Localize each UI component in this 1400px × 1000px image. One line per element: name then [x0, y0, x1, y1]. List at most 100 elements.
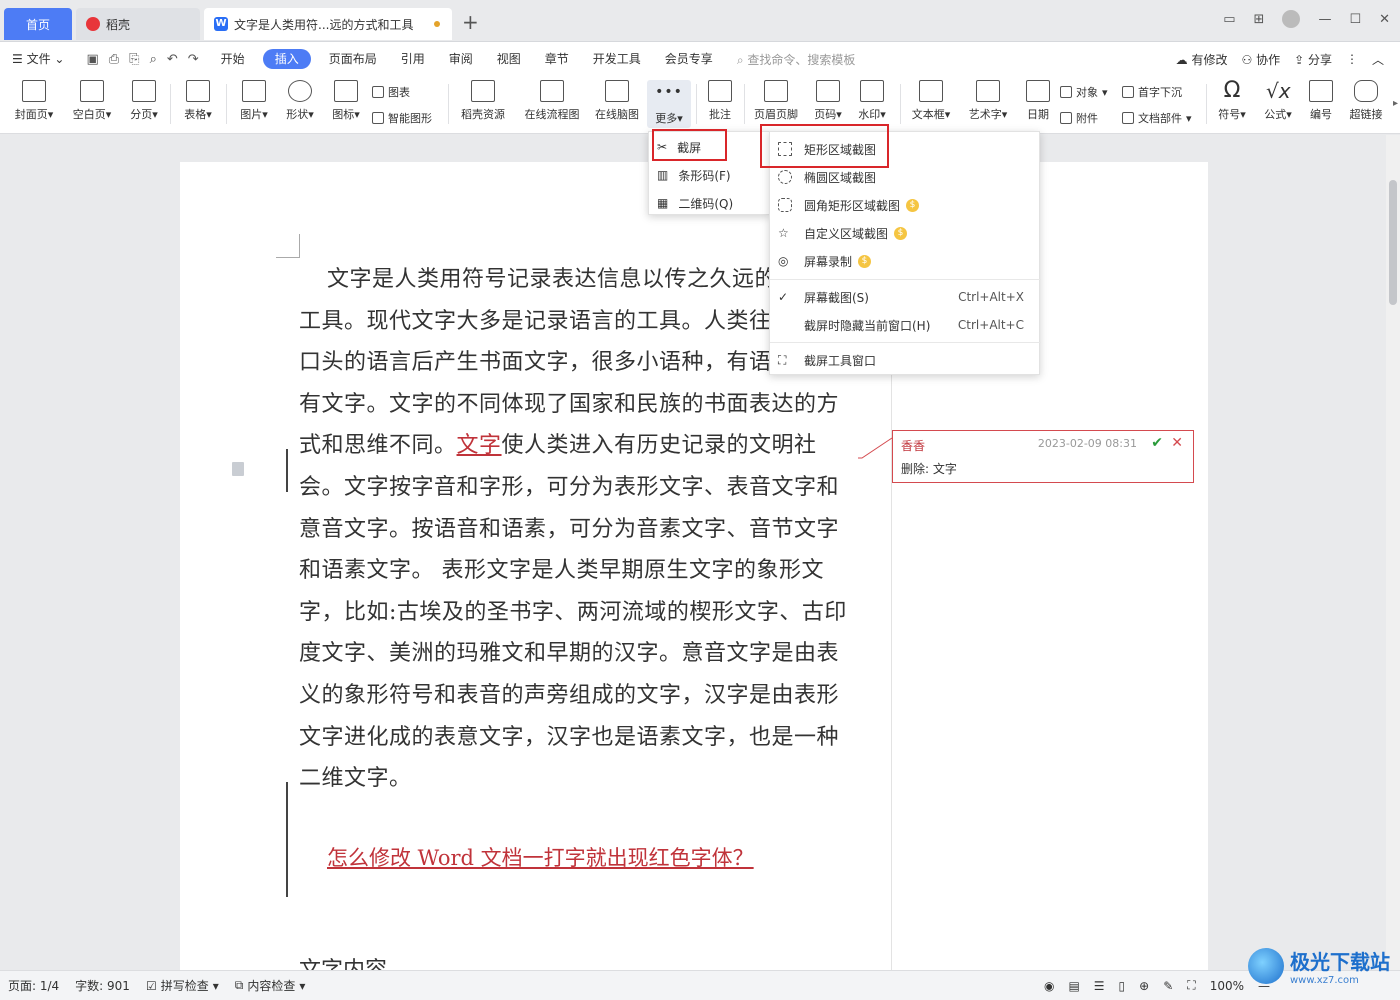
vertical-scrollbar[interactable] — [1386, 135, 1400, 970]
qrcode-icon: ▦ — [657, 196, 669, 210]
new-tab-button[interactable]: + — [462, 10, 479, 34]
title-bar: 首页 稻壳 W 文字是人类用符...远的方式和工具 + ▭ ⊞ — ☐ ✕ — [0, 0, 1400, 42]
menu-screen-capture[interactable]: ✓ 屏幕截图(S) Ctrl+Alt+X — [778, 284, 1036, 310]
blank-page-label: 空白页 — [72, 108, 106, 121]
menu-devtools[interactable]: 开发工具 — [581, 42, 653, 76]
tab-document[interactable]: W 文字是人类用符...远的方式和工具 — [204, 8, 452, 40]
revision-comment[interactable]: 香香 2023-02-09 08:31 ✔ ✕ 删除: 文字 — [892, 430, 1194, 483]
word-count[interactable]: 字数: 901 — [67, 977, 138, 994]
menu-member[interactable]: 会员专享 — [653, 42, 725, 76]
avatar[interactable] — [1282, 10, 1301, 28]
menu-capture-tool[interactable]: ⛶ 截屏工具窗口 — [778, 347, 1036, 373]
menu-rounded-capture[interactable]: 圆角矩形区域截图 $ — [778, 192, 1036, 218]
table-button[interactable]: 表格▾ — [178, 80, 218, 122]
deleted-text[interactable]: 文字 — [457, 433, 502, 458]
scrollbar-thumb[interactable] — [1389, 180, 1397, 305]
menu-layout[interactable]: 页面布局 — [317, 42, 389, 76]
menu-qrcode[interactable]: ▦ 二维码(Q) — [657, 190, 733, 216]
web-view-icon[interactable]: ⊕ — [1139, 979, 1149, 993]
close-button[interactable]: ✕ — [1379, 12, 1390, 27]
object-button[interactable]: 对象 ▾ — [1060, 84, 1108, 100]
command-search[interactable]: ⌕ 查找命令、搜索模板 — [725, 51, 868, 68]
menu-screen-record[interactable]: ◎ 屏幕录制 $ — [778, 248, 1036, 274]
spell-check-button[interactable]: ☑ 拼写检查 ▾ — [138, 977, 227, 994]
page-number-button[interactable]: 页码▾ — [808, 80, 848, 122]
screen-capture-label: 屏幕截图(S) — [804, 290, 869, 305]
symbol-button[interactable]: Ω 符号▾ — [1212, 80, 1252, 122]
read-view-icon[interactable]: ▯ — [1119, 979, 1126, 993]
icon-button[interactable]: 图标▾ — [326, 80, 366, 122]
cover-page-button[interactable]: 封面页▾ — [10, 80, 58, 122]
menu-chapter[interactable]: 章节 — [533, 42, 581, 76]
document-page[interactable]: 文字是人类用符号记录表达信息以传之久远的方式和工具。现代文字大多是记录语言的工具… — [180, 162, 1208, 983]
numbering-button[interactable]: 编号 — [1304, 80, 1338, 122]
blank-page-button[interactable]: 空白页▾ — [68, 80, 116, 122]
redo-icon[interactable]: ↷ — [188, 52, 199, 67]
minimize-button[interactable]: — — [1318, 12, 1331, 27]
undo-icon[interactable]: ↶ — [167, 52, 178, 67]
chart-button[interactable]: 图表 — [372, 84, 410, 100]
menu-custom-capture[interactable]: ☆ 自定义区域截图 $ — [778, 220, 1036, 246]
page-indicator[interactable]: 页面: 1/4 — [0, 977, 67, 994]
docpart-button[interactable]: 文档部件 ▾ — [1122, 110, 1192, 126]
collapse-ribbon-icon[interactable]: ︿ — [1372, 51, 1384, 68]
more-button[interactable]: ••• 更多▾ — [647, 80, 691, 128]
inserted-title[interactable]: 怎么修改 Word 文档一打字就出现红色字体？ — [327, 842, 754, 872]
share-button[interactable]: ⇪ 分享 — [1294, 51, 1332, 68]
pen-icon[interactable]: ✎ — [1163, 979, 1173, 993]
tab-home[interactable]: 首页 — [4, 8, 72, 40]
tab-daoke[interactable]: 稻壳 — [76, 8, 200, 40]
watermark-button[interactable]: 水印▾ — [852, 80, 892, 122]
layout-icon[interactable]: ▭ — [1223, 12, 1235, 27]
menu-view[interactable]: 视图 — [485, 42, 533, 76]
ribbon-scroll-right-icon[interactable]: ▸ — [1393, 98, 1398, 109]
blank-page-icon — [80, 80, 104, 102]
menu-review[interactable]: 审阅 — [437, 42, 485, 76]
online-flowchart-button[interactable]: 在线流程图 — [520, 80, 584, 122]
preview-icon[interactable]: ⌕ — [150, 52, 157, 67]
maximize-button[interactable]: ☐ — [1349, 12, 1361, 27]
page-view-icon[interactable]: ▤ — [1068, 979, 1079, 993]
outline-view-icon[interactable]: ☰ — [1094, 979, 1105, 993]
reject-close-icon[interactable]: ✕ — [1171, 435, 1183, 451]
attachment-button[interactable]: 附件 — [1060, 110, 1098, 126]
comment-button[interactable]: 批注 — [702, 80, 738, 122]
date-button[interactable]: 日期 — [1020, 80, 1056, 122]
menu-insert[interactable]: 插入 — [262, 49, 311, 69]
paragraph-handle-icon[interactable] — [232, 462, 244, 476]
wordart-button[interactable]: 艺术字▾ — [962, 80, 1014, 122]
menu-barcode[interactable]: ▥ 条形码(F) — [657, 162, 731, 188]
formula-button[interactable]: √x 公式▾ — [1258, 80, 1298, 122]
menu-hide-window[interactable]: 截屏时隐藏当前窗口(H) Ctrl+Alt+C — [778, 312, 1036, 338]
smartart-button[interactable]: 智能图形 — [372, 110, 432, 126]
textbox-button[interactable]: 文本框▾ — [906, 80, 956, 122]
menu-start[interactable]: 开始 — [209, 42, 257, 76]
more-options-icon[interactable]: ⋮ — [1346, 52, 1358, 66]
mindmap-icon — [605, 80, 629, 102]
icon-label: 图标 — [332, 108, 355, 121]
print-icon[interactable]: ⎘ — [129, 52, 139, 67]
paragraph-text-2: 使人类进入有历史记录的文明社会。文字按字音和字形，可分为表形文字、表音文字和意音… — [299, 433, 847, 792]
header-footer-button[interactable]: 页眉页脚 — [750, 80, 802, 122]
wordart-label: 艺术字 — [968, 108, 1002, 121]
picture-button[interactable]: 图片▾ — [234, 80, 274, 122]
hyperlink-button[interactable]: 超链接 — [1348, 80, 1384, 122]
changes-button[interactable]: ☁ 有修改 — [1176, 51, 1228, 68]
eye-icon[interactable]: ◉ — [1044, 979, 1054, 993]
online-mindmap-button[interactable]: 在线脑图 — [591, 80, 643, 122]
zoom-level[interactable]: 100% — [1210, 979, 1244, 993]
file-menu[interactable]: ☰ 文件 ⌄ — [0, 42, 76, 76]
page-break-button[interactable]: 分页▾ — [124, 80, 164, 122]
accept-check-icon[interactable]: ✔ — [1151, 435, 1163, 451]
collaborate-button[interactable]: ⚇ 协作 — [1242, 51, 1281, 68]
spellcheck-icon: ☑ — [145, 978, 157, 993]
content-check-button[interactable]: ⧉ 内容检查 ▾ — [227, 977, 314, 994]
grid-icon[interactable]: ⊞ — [1254, 12, 1265, 27]
menu-reference[interactable]: 引用 — [389, 42, 437, 76]
fit-icon[interactable]: ⛶ — [1187, 978, 1195, 993]
shape-button[interactable]: 形状▾ — [280, 80, 320, 122]
dropcap-button[interactable]: 首字下沉 — [1122, 84, 1182, 100]
save-icon[interactable]: ▣ — [86, 52, 98, 67]
daoke-resources-button[interactable]: 稻壳资源 — [456, 80, 510, 122]
export-icon[interactable]: ⎙ — [109, 52, 119, 67]
